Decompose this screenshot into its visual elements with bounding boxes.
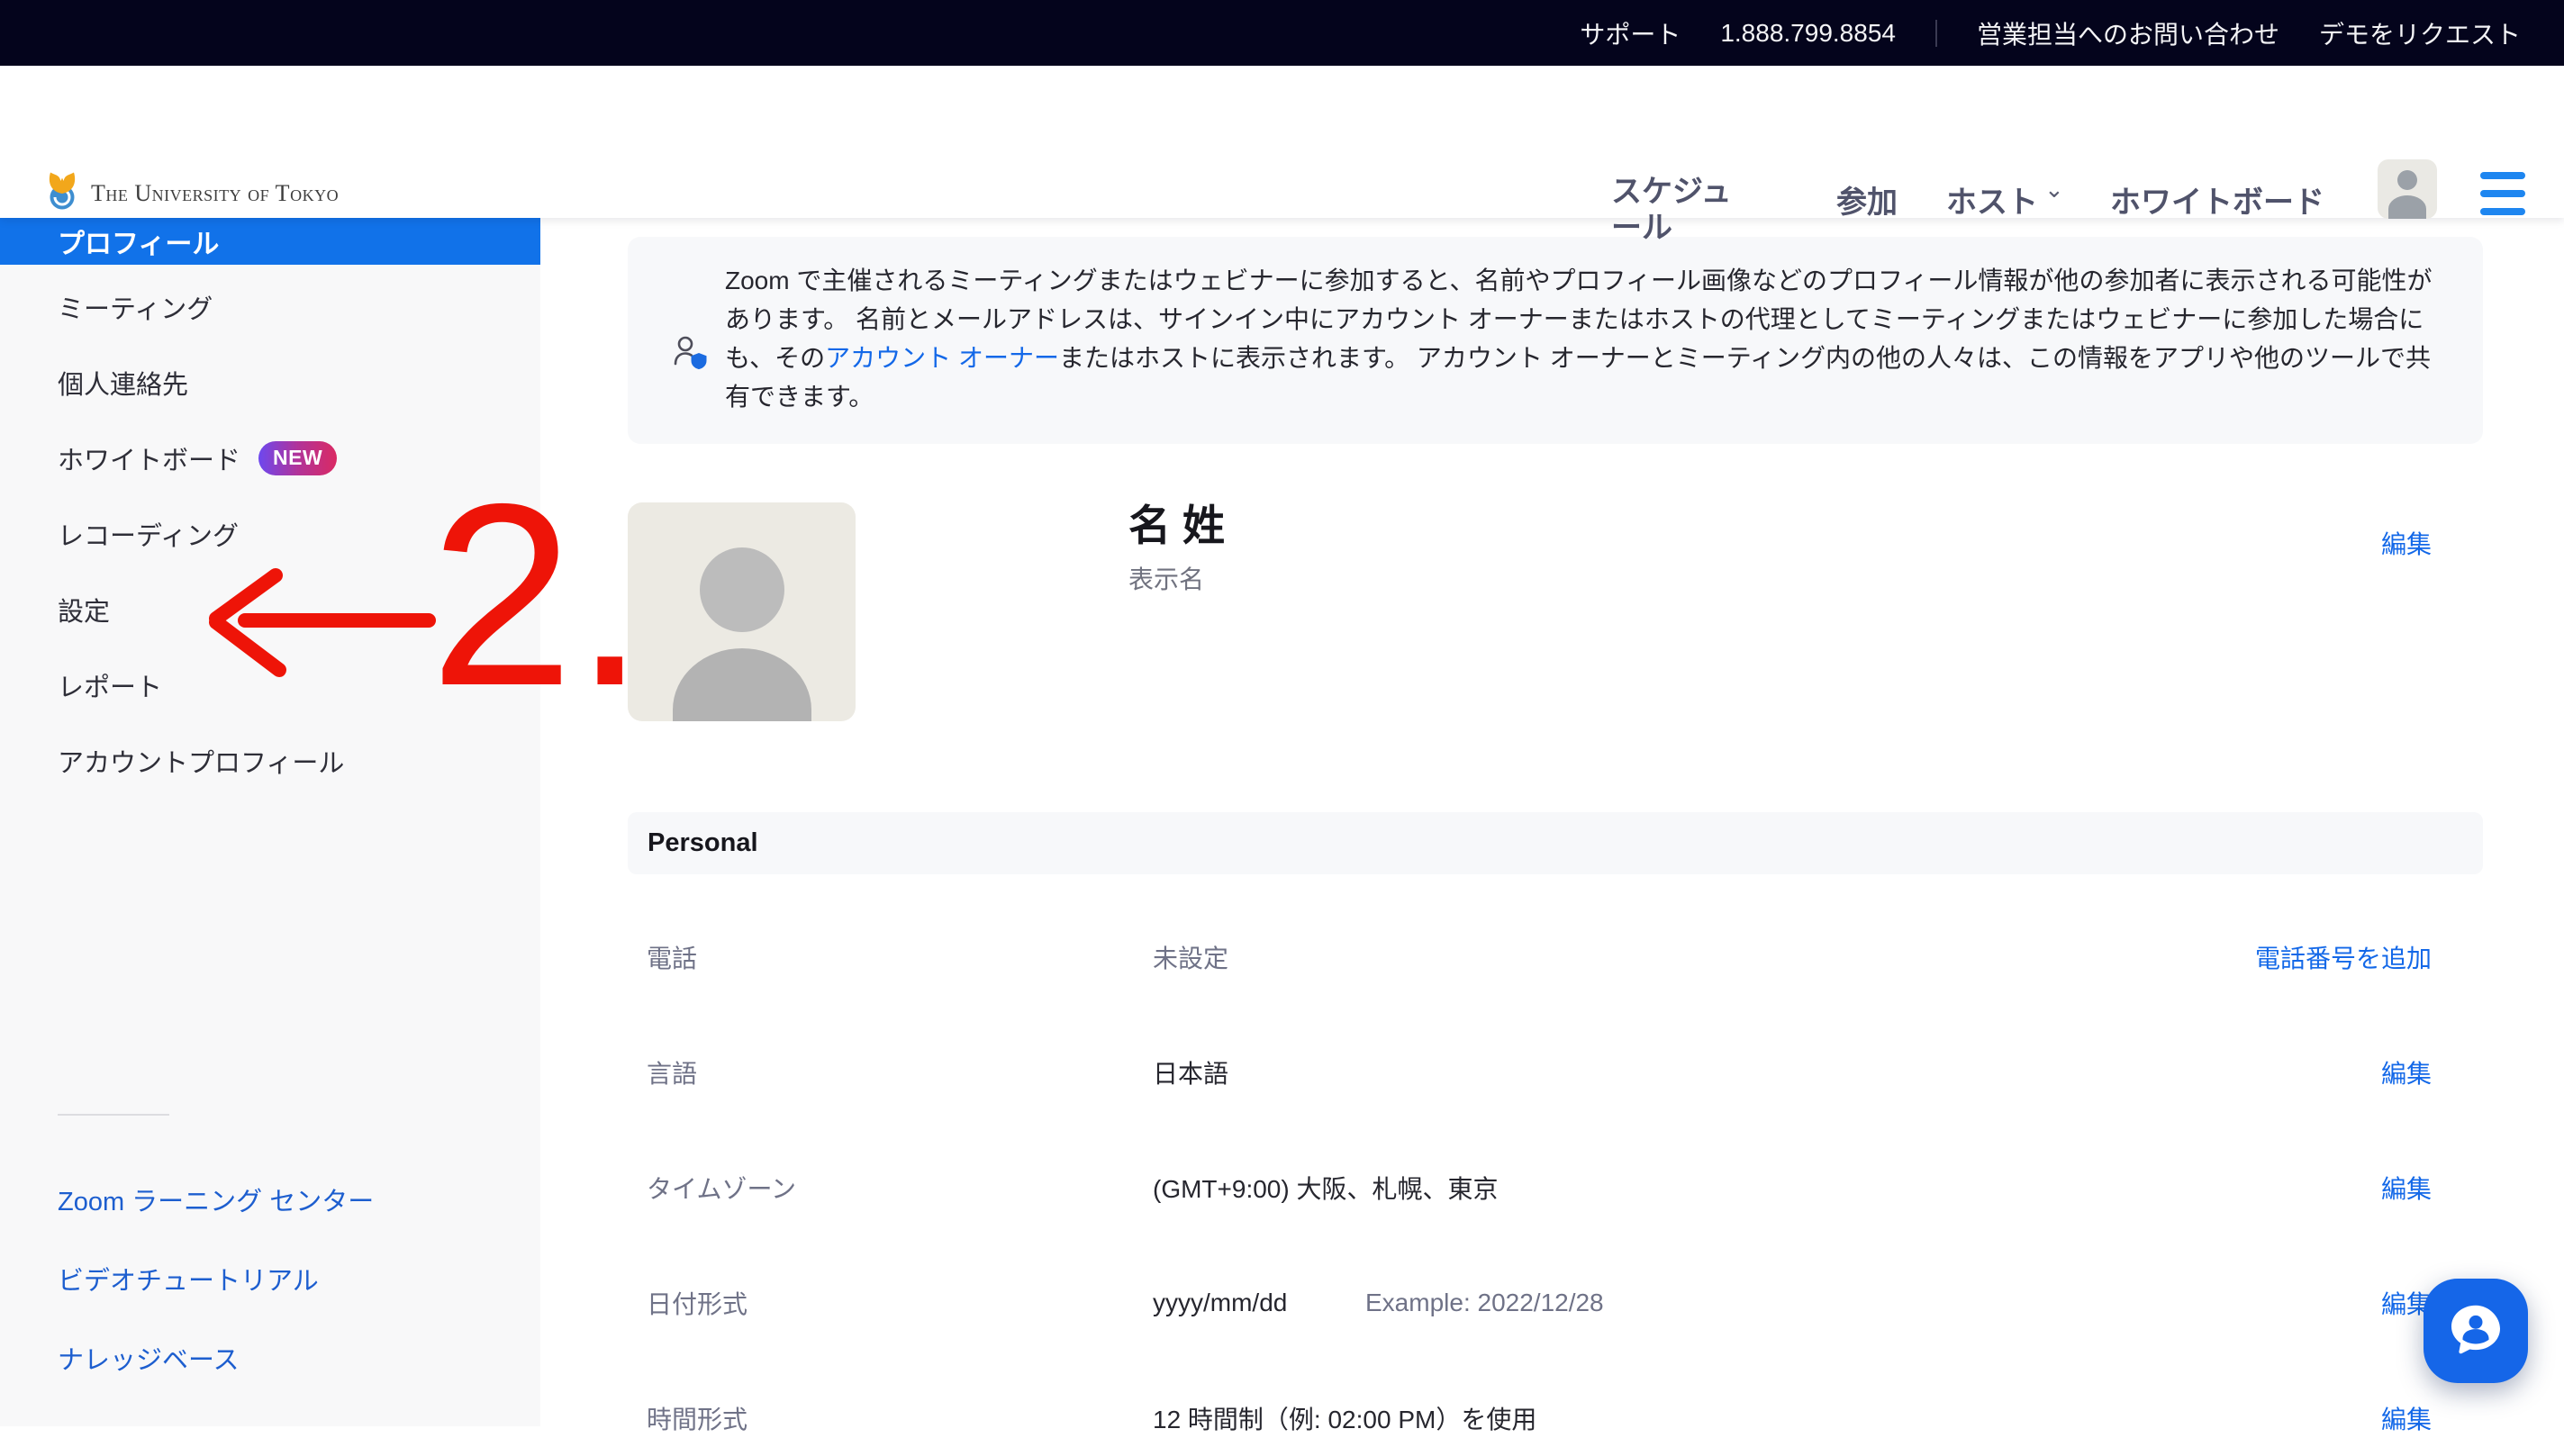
sidebar-link-learning-center[interactable]: Zoom ラーニング センター: [0, 1160, 540, 1239]
top-utility-bar: サポート 1.888.799.8854 営業担当へのお問い合わせ デモをリクエス…: [0, 0, 2564, 66]
new-badge: NEW: [258, 441, 337, 475]
sidebar-item-settings[interactable]: 設定: [0, 572, 540, 647]
user-avatar[interactable]: [2378, 159, 2437, 219]
sidebar-item-reports[interactable]: レポート: [0, 647, 540, 723]
display-name-label: 表示名: [1128, 560, 1204, 596]
phone-number[interactable]: 1.888.799.8854: [1720, 19, 1896, 48]
chat-bubble-person-icon: [2443, 1297, 2508, 1366]
row-label: 時間形式: [647, 1400, 747, 1436]
row-value: 12 時間制（例: 02:00 PM）を使用: [1153, 1400, 1536, 1436]
privacy-banner-text: Zoom で主催されるミーティングまたはウェビナーに参加すると、名前やプロフィー…: [725, 261, 2454, 416]
row-language: 言語 日本語 編集: [628, 1035, 2483, 1110]
nav-join[interactable]: 参加: [1836, 177, 1898, 222]
row-phone: 電話 未設定 電話番号を追加: [628, 919, 2483, 995]
row-timezone: タイムゾーン (GMT+9:00) 大阪、札幌、東京 編集: [628, 1150, 2483, 1225]
sidebar-link-video-tutorials[interactable]: ビデオチュートリアル: [0, 1239, 540, 1318]
support-link[interactable]: サポート: [1580, 15, 1681, 51]
row-value: (GMT+9:00) 大阪、札幌、東京: [1153, 1170, 1498, 1206]
date-format-example: Example: 2022/12/28: [1365, 1289, 1604, 1317]
contact-sales-link[interactable]: 営業担当へのお問い合わせ: [1977, 15, 2279, 51]
add-phone-number-link[interactable]: 電話番号を追加: [2255, 939, 2432, 975]
sidebar-item-contacts[interactable]: 個人連絡先: [0, 345, 540, 421]
row-label: 電話: [647, 939, 697, 975]
profile-sidebar: プロフィール ミーティング 個人連絡先 ホワイトボード NEW レコーディング …: [0, 218, 540, 1426]
row-time-format: 時間形式 12 時間制（例: 02:00 PM）を使用 編集: [628, 1380, 2483, 1456]
sidebar-item-account-profile[interactable]: アカウントプロフィール: [0, 723, 540, 799]
hamburger-menu-icon[interactable]: [2480, 172, 2525, 226]
nav-whiteboard[interactable]: ホワイトボード: [2110, 177, 2324, 222]
sidebar-item-recordings[interactable]: レコーディング: [0, 496, 540, 572]
timezone-edit-link[interactable]: 編集: [2381, 1170, 2432, 1206]
sidebar-divider: [58, 1114, 169, 1116]
sidebar-link-knowledge-base[interactable]: ナレッジベース: [0, 1318, 540, 1397]
row-label: 言語: [647, 1054, 697, 1090]
privacy-info-banner: Zoom で主催されるミーティングまたはウェビナーに参加すると、名前やプロフィー…: [628, 237, 2483, 444]
sidebar-item-whiteboard[interactable]: ホワイトボード NEW: [0, 421, 540, 496]
ginkgo-leaf-logo-icon: [46, 170, 78, 216]
university-of-tokyo-logo[interactable]: The University of Tokyo: [46, 170, 339, 216]
nav-schedule[interactable]: スケジュール: [1611, 174, 1753, 246]
avatar-person-icon: [2397, 170, 2417, 190]
sidebar-item-profile[interactable]: プロフィール: [0, 218, 540, 265]
profile-edit-link[interactable]: 編集: [2381, 530, 2432, 558]
language-edit-link[interactable]: 編集: [2381, 1054, 2432, 1090]
nav-host[interactable]: ホスト: [1946, 177, 2038, 222]
row-label: タイムゾーン: [647, 1170, 796, 1206]
account-owner-link[interactable]: アカウント オーナー: [825, 344, 1059, 372]
site-header: The University of Tokyo スケジュール 参加 ホスト ⌄ …: [0, 66, 2564, 218]
row-date-format: 日付形式 yyyy/mm/dd Example: 2022/12/28 編集: [628, 1265, 2483, 1341]
logo-wordmark: The University of Tokyo: [91, 180, 339, 207]
user-shield-icon: [673, 334, 711, 378]
chat-support-button[interactable]: [2424, 1279, 2528, 1383]
profile-name: 名 姓: [1128, 491, 1225, 553]
personal-section-header: Personal: [628, 812, 2483, 874]
row-label: 日付形式: [647, 1285, 747, 1321]
profile-avatar-placeholder[interactable]: [628, 502, 856, 721]
row-value: yyyy/mm/dd: [1153, 1289, 1287, 1317]
sidebar-item-meetings[interactable]: ミーティング: [0, 269, 540, 345]
request-demo-link[interactable]: デモをリクエスト: [2319, 15, 2521, 51]
topbar-divider: [1935, 20, 1937, 47]
time-format-edit-link[interactable]: 編集: [2381, 1400, 2432, 1436]
chevron-down-icon[interactable]: ⌄: [2044, 176, 2064, 203]
row-value: 日本語: [1153, 1054, 1228, 1090]
row-value: 未設定: [1153, 939, 1228, 975]
